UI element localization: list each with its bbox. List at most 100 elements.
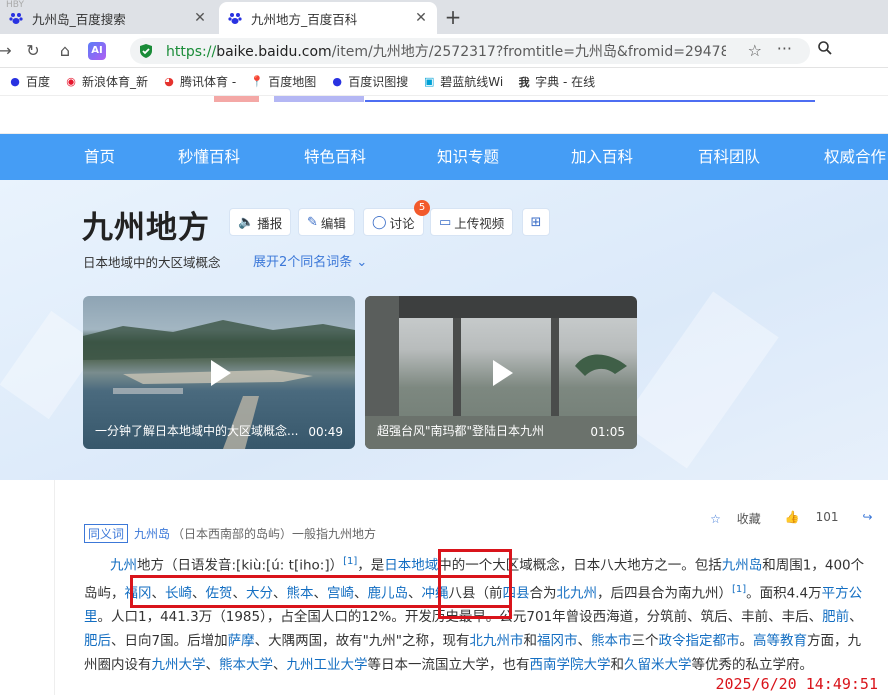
play-icon: [493, 359, 513, 386]
link-kumamoto-city[interactable]: 熊本市: [591, 633, 632, 649]
video-card[interactable]: 超强台风"南玛都"登陆日本九州 01:05: [365, 296, 637, 449]
pencil-icon: ✎: [307, 214, 318, 230]
nav-miaodong[interactable]: 秒懂百科: [178, 134, 240, 180]
dictionary-icon: 我: [518, 75, 530, 89]
shield-check-icon: [138, 43, 154, 59]
bookmark-baidu[interactable]: ● 百度: [8, 73, 50, 90]
search-box[interactable]: [365, 96, 815, 102]
link-higo[interactable]: 肥后: [84, 633, 111, 649]
link-seinan-gakuin[interactable]: 西南学院大学: [530, 657, 611, 673]
chat-bubble-icon: ◯: [372, 214, 387, 230]
play-icon: [211, 359, 231, 386]
new-tab-button[interactable]: +: [442, 4, 464, 30]
edit-button[interactable]: ✎ 编辑: [298, 208, 355, 236]
nav-join[interactable]: 加入百科: [571, 134, 633, 180]
lemma-title: 九州地方: [82, 210, 210, 246]
video-duration: 01:05: [590, 425, 625, 439]
citation[interactable]: [1]: [343, 556, 357, 567]
tab-title: 九州岛_百度搜索: [32, 11, 126, 27]
bookmarks-bar: ● 百度 ◉ 新浪体育_新 ◕ 腾讯体育 - 📍 百度地图 ● 百度识图搜 ▣ 碧蓝航线Wi…: [0, 68, 888, 96]
bookmark-sina-sports[interactable]: ◉ 新浪体育_新: [64, 73, 148, 90]
citation[interactable]: [1]: [732, 584, 746, 595]
lemma-description: 日本地域中的大区域概念: [83, 255, 221, 270]
tab-baidu-search[interactable]: 九州岛_百度搜索 ✕: [0, 2, 216, 34]
link-kitakyushu[interactable]: 北九州: [557, 585, 598, 601]
link-kitakyushu-city[interactable]: 北九州市: [470, 633, 524, 649]
discuss-count-badge: 5: [414, 200, 430, 216]
link-kyushu-university[interactable]: 九州大学: [152, 657, 206, 673]
read-aloud-button[interactable]: 🔈 播报: [229, 208, 292, 236]
bookmark-star-icon[interactable]: ☆: [748, 41, 762, 60]
link-satsuma[interactable]: 萨摩: [228, 633, 255, 649]
reload-icon[interactable]: ↻: [22, 40, 44, 62]
link-fukuoka-city[interactable]: 福冈市: [537, 633, 578, 649]
synonym-tag: 同义词: [84, 524, 129, 543]
nav-featured[interactable]: 特色百科: [304, 134, 366, 180]
baidu-paw-icon: [8, 10, 24, 26]
tab-strip: HBY 九州岛_百度搜索 ✕ 九州地方_百度百科 ✕ +: [0, 0, 888, 34]
share-icon: ↪: [862, 510, 873, 524]
baike-logo[interactable]: [214, 96, 364, 102]
link-hizen[interactable]: 肥前: [822, 609, 849, 625]
link-kyushu-island[interactable]: 九州岛: [722, 558, 763, 574]
ai-extension-icon[interactable]: AI: [88, 42, 106, 60]
tab-baike[interactable]: 九州地方_百度百科 ✕: [219, 2, 437, 34]
address-bar[interactable]: https://baike.baidu.com/item/九州地方/257231…: [130, 38, 810, 64]
share-button[interactable]: ↪ 1: [850, 510, 888, 527]
browser-toolbar: → ↻ ⌂ AI https://baike.baidu.com/item/九州…: [0, 34, 888, 68]
video-caption: 一分钟了解日本地域中的大区域概念...: [95, 424, 299, 438]
video-card[interactable]: 一分钟了解日本地域中的大区域概念... 00:49: [83, 296, 355, 449]
nav-cooperation[interactable]: 权威合作: [824, 134, 886, 180]
close-tab-icon[interactable]: ✕: [192, 10, 208, 26]
close-tab-icon[interactable]: ✕: [413, 10, 429, 26]
bookmark-baidu-map[interactable]: 📍 百度地图: [250, 73, 316, 90]
bookmark-baidu-shitu[interactable]: ● 百度识图搜: [330, 73, 408, 90]
video-duration: 00:49: [308, 425, 343, 439]
speaker-icon: 🔈: [238, 214, 255, 230]
map-pin-icon: 📍: [250, 75, 265, 88]
search-icon[interactable]: [814, 40, 836, 62]
baidu-paw-icon: ●: [332, 75, 342, 88]
weibo-icon: ◉: [66, 75, 76, 88]
baidu-paw-icon: ●: [10, 75, 20, 88]
upload-video-button[interactable]: ▭ 上传视频: [430, 208, 514, 236]
bookmark-dictionary[interactable]: 我字典 - 在线: [517, 73, 595, 90]
thumbs-up-icon: 👍: [784, 510, 800, 524]
plus-icon: ⊞: [530, 214, 542, 230]
main-nav: 首页 秒懂百科 特色百科 知识专题 加入百科 百科团队 权威合作: [0, 134, 888, 180]
synonym-link[interactable]: 九州岛: [134, 525, 170, 542]
baidu-paw-icon: [227, 10, 243, 26]
nav-home[interactable]: 首页: [84, 134, 115, 180]
tab-title: 九州地方_百度百科: [251, 11, 358, 27]
video-camera-icon: ▭: [439, 214, 452, 230]
video-caption: 超强台风"南玛都"登陆日本九州: [377, 424, 545, 438]
forward-icon[interactable]: →: [0, 40, 16, 62]
tencent-icon: ◕: [164, 75, 174, 88]
bilibili-icon: ▣: [424, 75, 435, 88]
timestamp-overlay: 2025/6/20 14:49:51: [715, 675, 878, 693]
more-icon[interactable]: ···: [777, 39, 792, 58]
synonym-note: （日本西南部的岛屿）一般指九州地方: [172, 527, 377, 541]
page-header: [0, 96, 888, 134]
lemma-actions: ☆ 收藏 👍 101 ↪ 1: [686, 510, 888, 527]
collect-button[interactable]: ☆ 收藏: [698, 510, 761, 527]
bookmark-tencent-sports[interactable]: ◕ 腾讯体育 -: [162, 73, 236, 90]
add-button[interactable]: ⊞: [522, 208, 550, 236]
star-icon: ☆: [710, 512, 721, 526]
highlight-box-okinawa: [438, 549, 512, 619]
nav-team[interactable]: 百科团队: [698, 134, 760, 180]
link-kyushu[interactable]: 九州: [110, 558, 137, 574]
home-icon[interactable]: ⌂: [54, 40, 76, 62]
like-button[interactable]: 👍 101: [773, 510, 839, 527]
bookmark-azur-lane[interactable]: ▣ 碧蓝航线Wi: [422, 73, 503, 90]
link-kyutech[interactable]: 九州工业大学: [287, 657, 368, 673]
link-kumamoto-university[interactable]: 熊本大学: [219, 657, 273, 673]
chevron-down-icon: ⌄: [356, 255, 368, 270]
link-japan-region[interactable]: 日本地域: [384, 558, 438, 574]
lemma-header: 九州地方 🔈 播报 ✎ 编辑 ◯ 讨论 5 ▭ 上传视频 ⊞ 日本地域中的大区域概念 展…: [0, 180, 888, 480]
polysemy-toggle[interactable]: 展开2个同名词条 ⌄: [253, 251, 367, 270]
nav-topics[interactable]: 知识专题: [437, 134, 499, 180]
link-higher-education[interactable]: 高等教育: [753, 633, 807, 649]
link-kurume-university[interactable]: 久留米大学: [624, 657, 692, 673]
link-designated-city[interactable]: 政令指定都市: [659, 633, 740, 649]
